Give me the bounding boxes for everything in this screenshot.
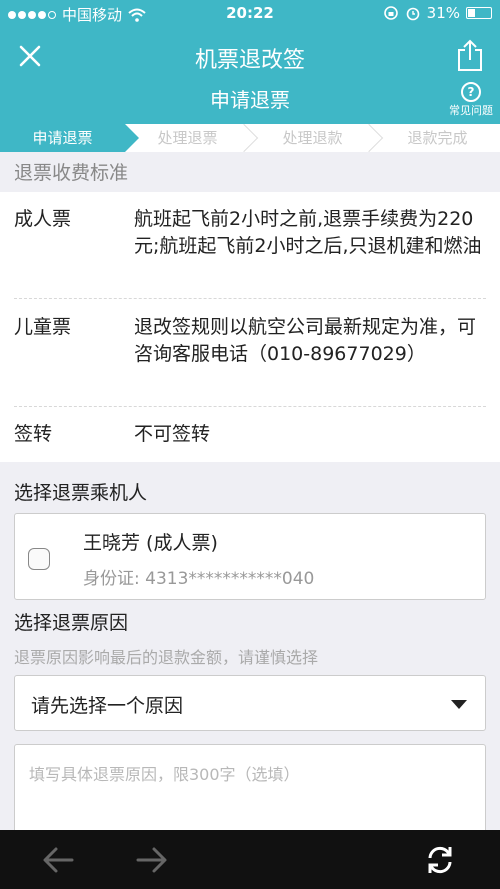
faq-button[interactable]: ? 常见问题 [444,82,498,118]
rotation-lock-icon [383,6,398,20]
passenger-checkbox[interactable] [28,548,50,570]
rule-key: 成人票 [14,208,72,230]
reason-select[interactable]: 请先选择一个原因 [14,675,486,731]
rule-key: 儿童票 [14,316,72,338]
app-header: 机票退改签 申请退票 ? 常见问题 [0,28,500,124]
refund-rules-panel: 成人票 航班起飞前2小时之前,退票手续费为220元;航班起飞前2小时之后,只退机… [0,192,500,462]
browser-toolbar [0,830,500,889]
faq-label: 常见问题 [449,104,493,117]
page-subtitle: 申请退票 [210,88,290,112]
rule-value: 不可签转 [134,423,211,445]
progress-steps: 申请退票 处理退票 处理退款 退款完成 [0,123,500,153]
step-label: 处理退款 [282,129,343,147]
rule-value: 航班起飞前2小时之前,退票手续费为220元;航班起飞前2小时之后,只退机建和燃油 [134,208,482,257]
step-process-payment: 处理退款 [250,123,384,153]
passenger-name: 王晓芳 (成人票) [83,532,218,554]
step-apply-refund: 申请退票 [0,124,139,152]
battery-percent: 31% [426,4,460,22]
status-bar: 中国移动 20:22 31% [0,0,500,28]
step-refund-complete: 退款完成 [375,124,500,152]
arrow-left-icon[interactable] [40,844,76,876]
passenger-section-title: 选择退票乘机人 [14,482,148,504]
refund-rules-title: 退票收费标准 [14,162,129,184]
rule-value: 退改签规则以航空公司最新规定为准，可咨询客服电话（010-89677029） [134,316,477,365]
step-process-refund: 处理退票 [125,123,259,153]
passenger-card[interactable]: 王晓芳 (成人票) 身份证: 4313***********040 [14,513,486,600]
step-label: 退款完成 [407,129,468,147]
reason-hint: 退票原因影响最后的退款金额，请谨慎选择 [14,648,319,667]
battery-icon [466,7,492,19]
arrow-right-icon[interactable] [134,844,170,876]
reason-section-title: 选择退票原因 [14,612,129,634]
page-title: 机票退改签 [194,48,305,73]
help-icon: ? [461,82,481,102]
reason-detail-input[interactable] [14,744,486,844]
dropdown-arrow-icon [451,700,467,709]
step-label: 申请退票 [32,129,93,147]
share-icon[interactable] [456,38,484,72]
alarm-icon [406,7,419,21]
passenger-id: 身份证: 4313***********040 [83,569,315,589]
refresh-icon[interactable] [422,844,458,876]
status-right: 31% [383,4,492,22]
rule-key: 签转 [14,423,53,445]
step-label: 处理退票 [157,129,218,147]
reason-select-label: 请先选择一个原因 [31,695,184,717]
